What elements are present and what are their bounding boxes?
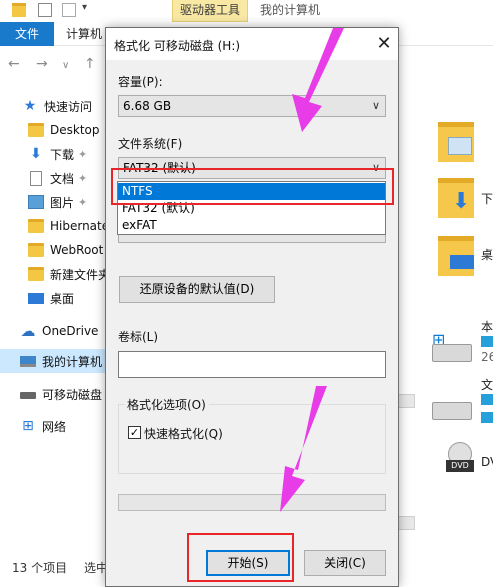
annotation-arrow-top (292, 28, 344, 132)
annotation-arrow-bottom (280, 386, 327, 512)
annotation-arrows (280, 28, 344, 512)
